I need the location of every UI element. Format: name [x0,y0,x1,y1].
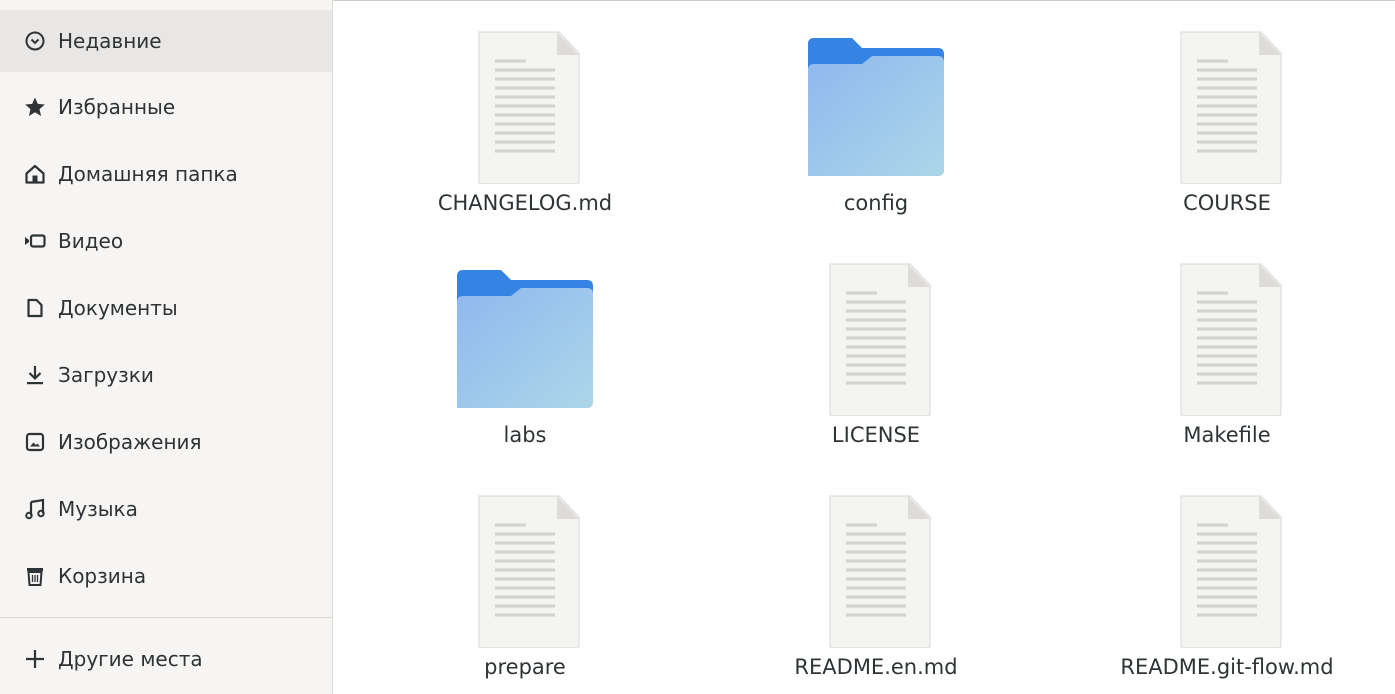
file-name: COURSE [1183,191,1271,215]
sidebar-item-label: Загрузки [58,363,154,387]
sidebar-item-label: Музыка [58,497,138,521]
sidebar-item-pictures[interactable]: Изображения [0,411,332,473]
text-file-icon [455,488,595,648]
file-name: README.git-flow.md [1120,655,1334,679]
download-icon [24,364,46,386]
sidebar-item-trash[interactable]: Корзина [0,545,332,607]
text-file-icon [806,256,946,416]
file-item[interactable]: COURSE [1077,24,1377,215]
sidebar-item-label: Избранные [58,95,176,119]
file-name: README.en.md [794,655,958,679]
clock-icon [24,30,46,52]
sidebar-item-downloads[interactable]: Загрузки [0,344,332,406]
folder-icon [455,256,595,416]
plus-icon [24,648,46,670]
file-item[interactable]: prepare [375,488,675,679]
file-item[interactable]: LICENSE [726,256,1026,447]
sidebar-item-starred[interactable]: Избранные [0,76,332,138]
sidebar-item-home[interactable]: Домашняя папка [0,143,332,205]
sidebar-item-label: Видео [58,229,124,253]
home-icon [24,163,46,185]
folder-icon [806,24,946,184]
sidebar-item-other-locations[interactable]: Другие места [0,628,332,690]
sidebar-item-label: Корзина [58,564,147,588]
text-file-icon [806,488,946,648]
file-name: prepare [484,655,566,679]
file-item[interactable]: CHANGELOG.md [375,24,675,215]
file-name: CHANGELOG.md [437,191,613,215]
sidebar-item-label: Документы [58,296,178,320]
sidebar-item-label: Домашняя папка [58,162,238,186]
trash-icon [24,565,46,587]
image-icon [24,431,46,453]
sidebar-item-recent[interactable]: Недавние [0,10,332,72]
file-item[interactable]: README.git-flow.md [1077,488,1377,679]
file-item[interactable]: Makefile [1077,256,1377,447]
file-item[interactable]: README.en.md [726,488,1026,679]
folder-name: config [843,191,909,215]
sidebar-item-music[interactable]: Музыка [0,478,332,540]
text-file-icon [1157,488,1297,648]
star-icon [24,96,46,118]
music-icon [24,498,46,520]
sidebar-item-label: Недавние [58,29,162,53]
sidebar-item-label: Изображения [58,430,202,454]
folder-name: labs [503,423,547,447]
video-icon [24,230,46,252]
document-icon [24,297,46,319]
sidebar-item-documents[interactable]: Документы [0,277,332,339]
sidebar-item-videos[interactable]: Видео [0,210,332,272]
sidebar-item-label: Другие места [58,647,203,671]
file-name: Makefile [1183,423,1271,447]
file-name: LICENSE [831,423,921,447]
text-file-icon [1157,256,1297,416]
file-grid: CHANGELOG.md config COURSE labs LICENSE … [333,0,1395,694]
folder-item[interactable]: labs [375,256,675,447]
folder-item[interactable]: config [726,24,1026,215]
text-file-icon [455,24,595,184]
text-file-icon [1157,24,1297,184]
sidebar: Недавние Избранные Домашняя папка Видео … [0,0,333,694]
sidebar-separator [0,617,332,618]
